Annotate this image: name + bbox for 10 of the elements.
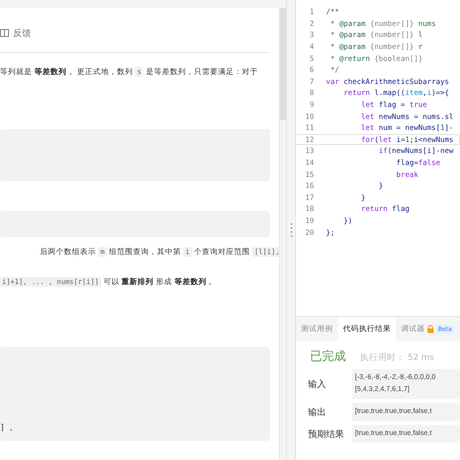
status-text: 已完成 xyxy=(310,348,346,365)
result-label: 预期结果 xyxy=(307,428,345,440)
drag-handle-icon[interactable] xyxy=(290,223,292,237)
feedback-link[interactable]: 反馈 xyxy=(13,26,31,40)
feedback-icon xyxy=(0,29,9,37)
runtime-text: 执行用时： 52 ms xyxy=(360,352,434,364)
result-label: 输入 xyxy=(307,378,327,390)
result-label: 输出 xyxy=(307,406,327,418)
example-text: ] 。 xyxy=(0,422,18,433)
lock-icon xyxy=(427,325,434,333)
